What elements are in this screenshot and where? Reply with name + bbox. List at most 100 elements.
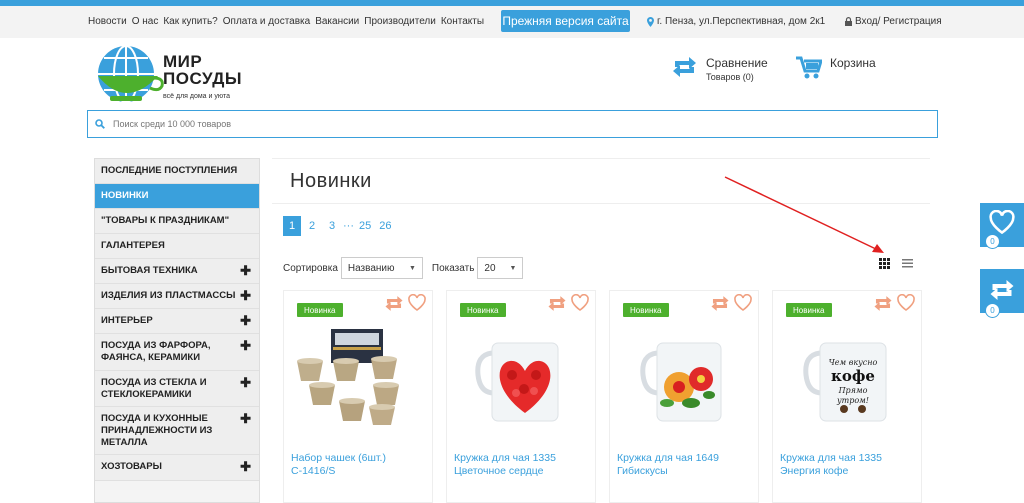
product-image-heart-mug [475, 342, 559, 422]
top-nav-contacts[interactable]: Контакты [441, 16, 484, 27]
product-name-link[interactable]: Набор чашек (6шт.) С-1416/S [291, 452, 431, 478]
compare-icon [990, 280, 1014, 300]
expand-plus-icon[interactable]: ✚ [240, 339, 251, 352]
sidebar-item-holiday-goods[interactable]: "ТОВАРЫ К ПРАЗДНИКАМ" [95, 209, 259, 234]
product-card[interactable]: Новинка Чем вкусно кофе Прямо утром! Кру… [772, 290, 922, 503]
sidebar-item-label: НОВИНКИ [101, 190, 149, 201]
store-address: г. Пенза, ул.Перспективная, дом 2к1 [647, 16, 825, 27]
heart-icon [989, 210, 1015, 234]
logo-name-line2: ПОСУДЫ [163, 69, 242, 88]
search-input[interactable] [113, 119, 873, 129]
pagination: 1 2 3 ··· 25 26 [283, 216, 397, 236]
list-view-icon[interactable] [902, 259, 913, 268]
divider [272, 158, 930, 159]
sidebar-item-label: "ТОВАРЫ К ПРАЗДНИКАМ" [101, 215, 230, 226]
heart-icon[interactable] [571, 294, 589, 311]
show-value: 20 [484, 262, 496, 274]
top-nav: Новости О нас Как купить? Оплата и доста… [88, 16, 489, 27]
sort-select[interactable]: Названию ▼ [340, 257, 423, 279]
sidebar-item-label: ПОСЛЕДНИЕ ПОСТУПЛЕНИЯ [101, 165, 238, 176]
product-name-link[interactable]: Кружка для чая 1649 Гибискусы [617, 452, 757, 478]
sidebar-item-label: ИНТЕРЬЕР [101, 315, 153, 326]
sidebar-item-new[interactable]: НОВИНКИ [95, 184, 259, 209]
show-label: Показать [431, 262, 475, 274]
product-card[interactable]: Новинка Кружка для чая 1335 Цветочное се… [446, 290, 596, 503]
expand-plus-icon[interactable]: ✚ [240, 376, 251, 389]
expand-plus-icon[interactable]: ✚ [240, 314, 251, 327]
product-name-link[interactable]: Кружка для чая 1335 Энергия кофе [780, 452, 920, 478]
page-25[interactable]: 25 [356, 216, 374, 236]
compare-count-badge: 0 [985, 303, 1000, 318]
compare-icon[interactable] [873, 295, 893, 312]
sidebar-item-appliances[interactable]: БЫТОВАЯ ТЕХНИКА ✚ [95, 259, 259, 284]
logo-tagline: всё для дома и уюта [163, 93, 230, 100]
product-card[interactable]: Новинка Набор чашек (6шт.) С-1416/S [283, 290, 433, 503]
cart-header-link[interactable]: Корзина [796, 56, 876, 80]
mug-text-line4: утром! [836, 396, 869, 405]
mug-text-line2: кофе [831, 367, 875, 385]
mug-text-line1: Чем вкусно [829, 358, 878, 367]
sidebar-item-label: ПОСУДА ИЗ СТЕКЛА И СТЕКЛОКЕРАМИКИ [101, 377, 207, 400]
top-nav-manufacturers[interactable]: Производители [364, 16, 436, 27]
new-badge: Новинка [297, 303, 343, 317]
sidebar-item-interior[interactable]: ИНТЕРЬЕР ✚ [95, 309, 259, 334]
page-2[interactable]: 2 [303, 216, 321, 236]
sidebar-item-household[interactable]: ХОЗТОВАРЫ ✚ [95, 455, 259, 481]
compare-header-link[interactable]: Сравнение Товаров (0) [671, 56, 768, 82]
search-bar [87, 110, 938, 138]
sidebar-item-latest[interactable]: ПОСЛЕДНИЕ ПОСТУПЛЕНИЯ [95, 159, 259, 184]
page-1[interactable]: 1 [283, 216, 301, 236]
compare-icon[interactable] [384, 295, 404, 312]
logo-text: МИР ПОСУДЫ [163, 53, 242, 87]
product-card[interactable]: Новинка Кружка для чая 1649 Гибискусы [609, 290, 759, 503]
cart-title: Корзина [830, 56, 876, 70]
login-text: Вход/ Регистрация [855, 16, 942, 27]
compare-title: Сравнение [706, 56, 768, 70]
compare-icon [673, 57, 696, 77]
sidebar-item-label: ИЗДЕЛИЯ ИЗ ПЛАСТМАССЫ [101, 290, 236, 301]
top-nav-vacancies[interactable]: Вакансии [315, 16, 359, 27]
sidebar-item-label: БЫТОВАЯ ТЕХНИКА [101, 265, 198, 276]
login-link[interactable]: Вход/ Регистрация [845, 16, 942, 27]
sidebar-item-porcelain[interactable]: ПОСУДА ИЗ ФАРФОРА, ФАЯНСА, КЕРАМИКИ ✚ [95, 334, 259, 371]
address-text: г. Пенза, ул.Перспективная, дом 2к1 [657, 16, 826, 27]
logo-name-line1: МИР [163, 52, 203, 71]
sidebar-item-metal[interactable]: ПОСУДА И КУХОННЫЕ ПРИНАДЛЕЖНОСТИ ИЗ МЕТА… [95, 407, 259, 455]
new-badge: Новинка [623, 303, 669, 317]
expand-plus-icon[interactable]: ✚ [240, 460, 251, 473]
sort-value: Названию [347, 262, 395, 274]
heart-icon[interactable] [408, 294, 426, 311]
sidebar-item-haberdashery[interactable]: ГАЛАНТЕРЕЯ [95, 234, 259, 259]
page-3[interactable]: 3 [323, 216, 341, 236]
compare-icon[interactable] [710, 295, 730, 312]
top-bar: Новости О нас Как купить? Оплата и доста… [0, 6, 1024, 38]
top-nav-news[interactable]: Новости [88, 16, 127, 27]
old-site-button[interactable]: Прежняя версия сайта [501, 10, 630, 32]
product-image-hibiscus-mug [640, 342, 722, 422]
show-select[interactable]: 20 ▼ [477, 257, 524, 279]
mug-text-line3: Прямо [838, 386, 868, 395]
product-name-link[interactable]: Кружка для чая 1335 Цветочное сердце [454, 452, 594, 478]
compare-icon[interactable] [547, 295, 567, 312]
page-ellipsis: ··· [343, 220, 354, 232]
top-nav-how-to-buy[interactable]: Как купить? [163, 16, 217, 27]
top-nav-about[interactable]: О нас [132, 16, 159, 27]
expand-plus-icon[interactable]: ✚ [240, 412, 251, 425]
heart-icon[interactable] [897, 294, 915, 311]
page-title: Новинки [290, 170, 372, 192]
sidebar-item-label: ПОСУДА И КУХОННЫЕ ПРИНАДЛЕЖНОСТИ ИЗ МЕТА… [101, 413, 213, 448]
grid-view-icon[interactable] [879, 258, 890, 269]
search-icon[interactable] [95, 119, 105, 129]
listing-controls: Сортировка Названию ▼ Показать 20 ▼ [283, 257, 532, 279]
sidebar-item-plastic[interactable]: ИЗДЕЛИЯ ИЗ ПЛАСТМАССЫ ✚ [95, 284, 259, 309]
top-nav-payment[interactable]: Оплата и доставка [223, 16, 310, 27]
expand-plus-icon[interactable]: ✚ [240, 264, 251, 277]
cart-icon [796, 56, 822, 79]
heart-icon[interactable] [734, 294, 752, 311]
divider [272, 203, 930, 204]
compare-count: Товаров (0) [706, 72, 754, 82]
expand-plus-icon[interactable]: ✚ [240, 289, 251, 302]
page-26[interactable]: 26 [376, 216, 394, 236]
product-image-coffee-mug: Чем вкусно кофе Прямо утром! [803, 342, 887, 422]
sidebar-item-glass[interactable]: ПОСУДА ИЗ СТЕКЛА И СТЕКЛОКЕРАМИКИ ✚ [95, 371, 259, 407]
